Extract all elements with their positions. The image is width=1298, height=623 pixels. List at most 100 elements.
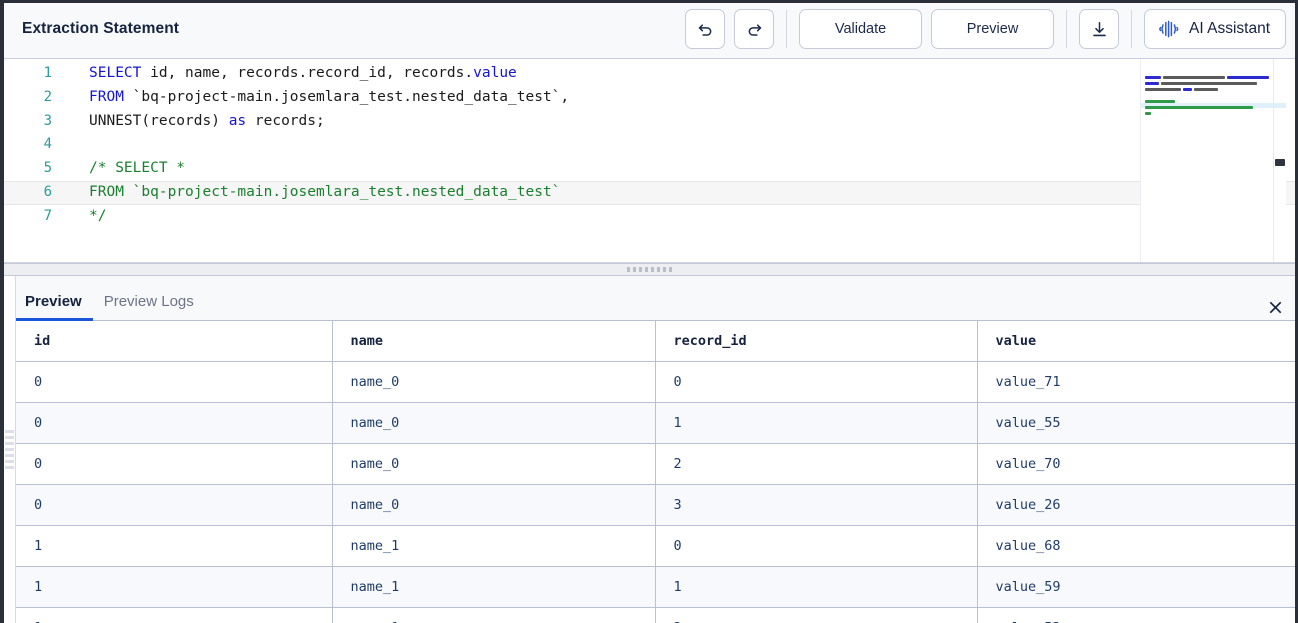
table-cell: 0: [16, 402, 333, 444]
editor-header: Extraction Statement Validate Preview AI…: [0, 0, 1298, 59]
code-token: as: [228, 112, 247, 129]
table-cell: 3: [655, 484, 978, 526]
table-cell: 2: [655, 607, 978, 623]
code-text: UNNEST(records) as records;: [62, 110, 325, 134]
code-line[interactable]: 5 /* SELECT *: [0, 157, 1298, 181]
toolbar-divider-2: [1066, 10, 1068, 48]
table-cell: 1: [655, 566, 978, 608]
code-token: FROM: [89, 88, 124, 105]
extraction-statement-app: Extraction Statement Validate Preview AI…: [0, 0, 1298, 623]
validate-button-label: Validate: [834, 21, 887, 37]
table-cell: value_70: [977, 443, 1298, 485]
table-cell: value_53: [977, 607, 1298, 623]
redo-button[interactable]: [734, 9, 775, 49]
vertical-splitter-grip-icon: [5, 430, 14, 469]
line-number: 4: [43, 136, 52, 153]
code-text: /* SELECT *: [62, 157, 185, 181]
table-row[interactable]: 1 name_1 0 value_68: [16, 525, 1298, 567]
line-number: 7: [43, 207, 52, 224]
code-line[interactable]: 4: [0, 133, 1298, 157]
code-line[interactable]: 7 */: [0, 205, 1298, 229]
preview-button-label: Preview: [966, 21, 1019, 37]
line-number: 6: [43, 183, 52, 200]
page-title: Extraction Statement: [22, 20, 180, 37]
code-text: FROM `bq-project-main.josemlara_test.nes…: [62, 181, 560, 205]
preview-button[interactable]: Preview: [931, 9, 1055, 49]
toolbar-divider-3: [1131, 10, 1133, 48]
table-cell: name_1: [332, 566, 656, 608]
table-cell: name_1: [332, 525, 656, 567]
line-number: 1: [43, 65, 52, 81]
sql-editor[interactable]: 1 SELECT id, name, records.record_id, rec…: [0, 59, 1298, 263]
code-token: records;: [246, 112, 325, 129]
table-header-row: id name record_id value: [16, 321, 1298, 362]
tab-preview[interactable]: Preview: [14, 294, 93, 321]
table-row[interactable]: 0 name_0 3 value_26: [16, 484, 1298, 526]
window-edge-top: [0, 0, 1298, 3]
toolbar-divider-1: [786, 10, 788, 48]
code-token: FROM `bq-project-main.josemlara_test.nes…: [89, 183, 561, 200]
download-button[interactable]: [1079, 9, 1120, 49]
table-row[interactable]: 1name_12value_53: [16, 607, 1298, 623]
tab-preview-logs-label: Preview Logs: [103, 293, 194, 310]
download-icon: [1090, 20, 1109, 39]
code-text: */: [62, 205, 106, 229]
code-token: /* SELECT *: [89, 160, 186, 177]
table-row[interactable]: 0 name_0 1 value_55: [16, 402, 1298, 444]
code-token: id, name, records.record_id, records.: [141, 65, 474, 81]
code-token: value: [473, 65, 517, 81]
minimap-scroll-thumb[interactable]: [1275, 159, 1285, 166]
tab-preview-logs[interactable]: Preview Logs: [93, 294, 205, 320]
panel-splitter-vertical[interactable]: [4, 276, 16, 623]
table-cell: 1: [16, 525, 333, 567]
table-cell: value_68: [977, 525, 1298, 567]
table-cell: 0: [16, 443, 333, 485]
table-column-header[interactable]: record_id: [655, 321, 978, 362]
code-text: FROM `bq-project-main.josemlara_test.nes…: [62, 86, 569, 110]
header-toolbar: Validate Preview AI Assistant: [685, 9, 1286, 49]
code-token: */: [89, 207, 107, 224]
window-edge-left: [0, 0, 4, 623]
sql-code-area[interactable]: 1 SELECT id, name, records.record_id, rec…: [0, 59, 1298, 229]
table-cell: name_0: [332, 443, 656, 485]
table-cell: value_71: [977, 361, 1298, 403]
table-cell: name_0: [332, 402, 656, 444]
minimap-scrollbar[interactable]: [1274, 59, 1286, 262]
editor-minimap[interactable]: [1140, 59, 1286, 262]
code-line[interactable]: 6 FROM `bq-project-main.josemlara_test.ne…: [0, 180, 1298, 205]
table-cell: 0: [655, 361, 978, 403]
close-preview-button[interactable]: [1262, 294, 1288, 320]
table-cell: name_0: [332, 484, 656, 526]
table-cell: 0: [655, 525, 978, 567]
table-cell: value_55: [977, 402, 1298, 444]
code-line[interactable]: 3 UNNEST(records) as records;: [0, 110, 1298, 134]
table-row[interactable]: 1 name_1 1 value_59: [16, 566, 1298, 608]
validate-button[interactable]: Validate: [799, 9, 923, 49]
table-cell: 1: [655, 402, 978, 444]
table-cell: 1: [16, 607, 333, 623]
table-column-header[interactable]: name: [332, 321, 656, 362]
table-cell: 0: [16, 361, 333, 403]
table-row[interactable]: 0 name_0 0 value_71: [16, 361, 1298, 403]
code-line[interactable]: 2 FROM `bq-project-main.josemlara_test.ne…: [0, 86, 1298, 110]
line-number: 3: [43, 112, 52, 129]
preview-tabbar: Preview Preview Logs: [0, 276, 1298, 321]
ai-waveform-icon: [1158, 19, 1180, 39]
panel-splitter-horizontal[interactable]: [0, 263, 1298, 276]
code-token: UNNEST(records): [89, 112, 229, 129]
preview-table-scroll[interactable]: id name record_id value 0 name_0 0 value_71 0 na…: [0, 321, 1298, 623]
line-number: 5: [43, 160, 52, 177]
table-cell: 1: [16, 566, 333, 608]
ai-assistant-button[interactable]: AI Assistant: [1144, 9, 1286, 49]
preview-results-table: id name record_id value 0 name_0 0 value_71 0 na…: [16, 321, 1298, 623]
table-column-header[interactable]: id: [16, 321, 333, 362]
redo-arrow-icon: [745, 20, 764, 39]
table-cell: 0: [16, 484, 333, 526]
code-token: `bq-project-main.josemlara_test.nested_d…: [123, 88, 570, 105]
undo-button[interactable]: [685, 9, 726, 49]
table-row[interactable]: 0 name_0 2 value_70: [16, 443, 1298, 485]
code-line[interactable]: 1 SELECT id, name, records.record_id, rec…: [0, 62, 1298, 86]
table-column-header[interactable]: value: [977, 321, 1298, 362]
table-cell: name_0: [332, 361, 656, 403]
ai-assistant-label: AI Assistant: [1189, 20, 1270, 37]
